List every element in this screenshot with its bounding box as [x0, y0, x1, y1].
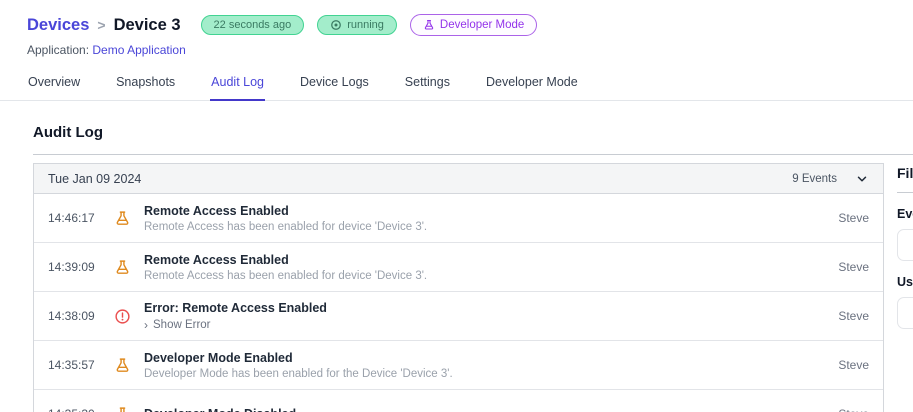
tab-bar: Overview Snapshots Audit Log Device Logs… [0, 69, 913, 101]
chevron-right-icon: › [144, 317, 148, 332]
event-user: Steve [838, 211, 869, 225]
group-date: Tue Jan 09 2024 [48, 171, 142, 186]
table-row: 14:35:30 Developer Mode Disabled Steve [34, 390, 883, 412]
event-title: Error: Remote Access Enabled [144, 300, 327, 315]
page-title: Audit Log [33, 124, 103, 141]
event-description: Remote Access has been enabled for devic… [144, 269, 428, 282]
event-title: Developer Mode Disabled [144, 407, 838, 412]
error-icon [114, 308, 131, 325]
filter-user-label: User [897, 275, 913, 289]
event-user: Steve [838, 358, 869, 372]
developer-mode-badge: Developer Mode [409, 14, 538, 36]
breadcrumb: Devices > Device 3 [27, 16, 181, 35]
filter-events-input[interactable] [897, 229, 913, 261]
application-link[interactable]: Demo Application [92, 43, 185, 57]
flask-icon [423, 19, 435, 31]
tab-audit-log[interactable]: Audit Log [210, 69, 265, 101]
flask-icon [114, 406, 131, 412]
status-badge: running [317, 15, 397, 35]
audit-log-table: Tue Jan 09 2024 9 Events 14:46:17 Remote… [33, 163, 884, 412]
event-time: 14:46:17 [48, 211, 95, 225]
last-seen-badge: 22 seconds ago [200, 15, 305, 35]
flask-icon [114, 210, 131, 227]
filter-user-input[interactable] [897, 297, 913, 329]
breadcrumb-devices-link[interactable]: Devices [27, 16, 89, 35]
event-description: Developer Mode has been enabled for the … [144, 367, 453, 380]
event-user: Steve [838, 309, 869, 323]
event-time: 14:35:57 [48, 358, 95, 372]
event-time: 14:39:09 [48, 260, 95, 274]
tab-developer-mode[interactable]: Developer Mode [485, 69, 579, 100]
show-error-label: Show Error [153, 318, 211, 331]
chevron-down-icon[interactable] [855, 172, 869, 186]
tab-device-logs[interactable]: Device Logs [299, 69, 370, 100]
tab-snapshots[interactable]: Snapshots [115, 69, 176, 100]
event-user: Steve [838, 407, 869, 412]
tab-overview[interactable]: Overview [27, 69, 81, 100]
show-error-toggle[interactable]: › Show Error [144, 318, 838, 332]
event-description: Remote Access has been enabled for devic… [144, 220, 428, 233]
audit-log-section: Audit Log Tue Jan 09 2024 9 Events 14:46… [33, 124, 913, 412]
table-row: 14:35:57 Developer Mode Enabled Develope… [34, 341, 883, 390]
table-row: 14:46:17 Remote Access Enabled Remote Ac… [34, 194, 883, 243]
table-row: 14:39:09 Remote Access Enabled Remote Ac… [34, 243, 883, 292]
filter-title: Filter [897, 165, 913, 181]
breadcrumb-separator: > [97, 16, 106, 33]
event-user: Steve [838, 260, 869, 274]
event-time: 14:35:30 [48, 407, 100, 412]
filter-divider [897, 192, 913, 193]
flask-icon [114, 259, 131, 276]
filter-events-label: Events [897, 207, 913, 221]
application-row: Application: Demo Application [27, 43, 913, 57]
event-title: Remote Access Enabled [144, 203, 289, 218]
flask-icon [114, 357, 131, 374]
breadcrumb-current-device: Device 3 [113, 15, 181, 34]
date-group-header: Tue Jan 09 2024 9 Events [34, 164, 883, 194]
filter-panel: Filter Events User [897, 163, 913, 329]
status-dot-icon [330, 19, 342, 31]
event-title: Remote Access Enabled [144, 252, 289, 267]
page-header: Devices > Device 3 22 seconds ago runnin… [0, 0, 913, 57]
application-label: Application: [27, 43, 90, 57]
tab-settings[interactable]: Settings [404, 69, 451, 100]
event-count: 9 Events [792, 172, 837, 185]
event-title: Developer Mode Enabled [144, 350, 293, 365]
event-time: 14:38:09 [48, 309, 95, 323]
section-divider [33, 154, 913, 155]
table-row: 14:38:09 Error: Remote Access Enabled › … [34, 292, 883, 341]
